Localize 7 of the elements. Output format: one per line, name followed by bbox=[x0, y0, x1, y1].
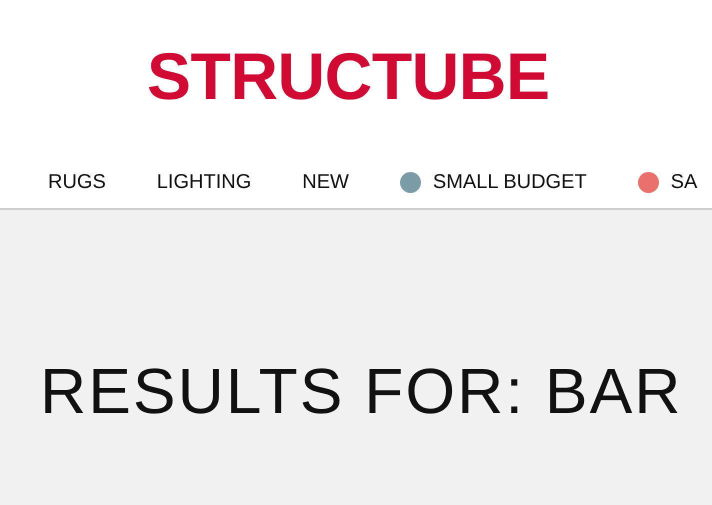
nav-link[interactable]: SA bbox=[670, 170, 698, 194]
nav-link[interactable]: SMALL BUDGET bbox=[432, 170, 587, 194]
logo[interactable]: STRUCTUBE bbox=[147, 40, 550, 112]
page-heading: RESULTS FOR: BAR bbox=[40, 355, 682, 427]
nav-link[interactable]: NEW bbox=[302, 170, 349, 194]
nav-link[interactable]: LIGHTING bbox=[156, 170, 252, 194]
nav-link[interactable]: RUGS bbox=[48, 170, 106, 194]
